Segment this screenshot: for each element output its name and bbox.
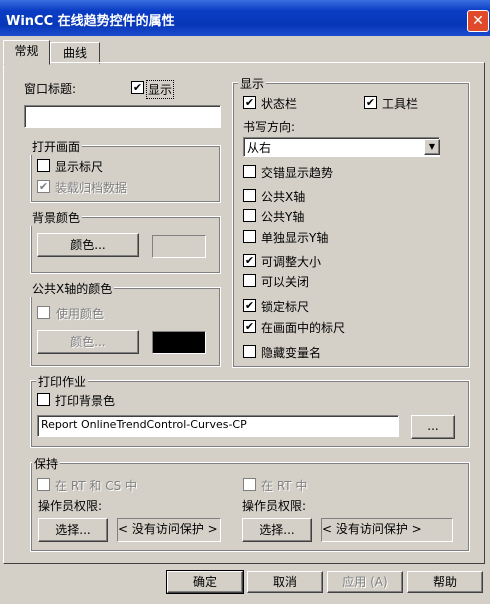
select-right-button[interactable]: 选择... xyxy=(242,518,312,542)
help-button[interactable]: 帮助 xyxy=(407,571,483,593)
common-x-label: 公共X轴 xyxy=(261,190,306,204)
common-x-checkbox[interactable] xyxy=(243,189,256,202)
staggered-checkbox[interactable] xyxy=(243,165,256,178)
operator-rights-right-label: 操作员权限: xyxy=(242,499,307,513)
rt-cs-label: 在 RT 和 CS 中 xyxy=(55,479,138,493)
chevron-down-icon[interactable]: ▼ xyxy=(424,139,440,155)
apply-button[interactable]: 应用 (A) xyxy=(327,571,403,593)
closable-checkbox[interactable] xyxy=(243,274,256,287)
common-y-label: 公共Y轴 xyxy=(261,210,305,224)
load-archive-checkbox[interactable]: ✔ xyxy=(37,180,50,193)
tab-general[interactable]: 常规 xyxy=(3,40,50,65)
common-y-checkbox[interactable] xyxy=(243,209,256,222)
separate-y-label: 单独显示Y轴 xyxy=(261,231,329,245)
statusbar-label: 状态栏 xyxy=(261,97,298,111)
select-left-button[interactable]: 选择... xyxy=(38,518,108,542)
resizable-label: 可调整大小 xyxy=(261,255,322,269)
no-access-right: < 没有访问保护 > xyxy=(321,518,453,542)
open-view-legend: 打开画面 xyxy=(30,138,83,155)
print-job-group xyxy=(30,380,470,448)
print-job-legend: 打印作业 xyxy=(36,373,89,390)
bg-color-button[interactable]: 颜色... xyxy=(37,233,139,257)
display-legend: 显示 xyxy=(238,75,267,92)
ok-button[interactable]: 确定 xyxy=(166,570,244,594)
hide-var-checkbox[interactable] xyxy=(243,345,256,358)
closable-label: 可以关闭 xyxy=(261,275,310,289)
show-scale-checkbox[interactable] xyxy=(37,159,50,172)
common-x-color-legend: 公共X轴的颜色 xyxy=(30,280,115,297)
print-job-input[interactable]: Report OnlineTrendControl-Curves-CP xyxy=(37,415,399,437)
show-title-checkbox[interactable]: ✔ xyxy=(131,81,144,94)
common-x-color-group xyxy=(30,287,221,367)
separate-y-checkbox[interactable] xyxy=(243,230,256,243)
use-color-checkbox[interactable] xyxy=(37,306,50,319)
load-archive-label: 装载归档数据 xyxy=(55,181,128,195)
cancel-button[interactable]: 取消 xyxy=(247,571,323,593)
common-x-color-swatch xyxy=(152,331,206,354)
no-access-left: < 没有访问保护 > xyxy=(117,518,221,542)
print-job-value: Report OnlineTrendControl-Curves-CP xyxy=(41,418,247,431)
write-direction-select[interactable]: 从右 ▼ xyxy=(243,137,440,157)
print-job-browse-button[interactable]: ... xyxy=(411,415,455,439)
show-scale-label: 显示标尺 xyxy=(55,160,104,174)
staggered-label: 交错显示趋势 xyxy=(261,166,334,180)
common-x-color-button[interactable]: 颜色... xyxy=(37,330,139,354)
write-direction-label: 书写方向: xyxy=(243,120,296,134)
window-title-input[interactable] xyxy=(24,105,221,128)
tab-curves[interactable]: 曲线 xyxy=(50,42,100,64)
operator-rights-left-label: 操作员权限: xyxy=(38,499,103,513)
scale-in-view-label: 在画面中的标尺 xyxy=(261,321,346,335)
write-direction-value: 从右 xyxy=(247,141,272,155)
lock-scale-checkbox[interactable]: ✔ xyxy=(243,299,256,312)
persist-legend: 保持 xyxy=(32,455,61,472)
rt-label: 在 RT 中 xyxy=(261,479,308,493)
rt-checkbox[interactable] xyxy=(243,478,256,491)
close-icon[interactable]: ✕ xyxy=(467,10,489,32)
hide-var-label: 隐藏变量名 xyxy=(261,346,322,360)
print-bg-label: 打印背景色 xyxy=(55,394,116,408)
toolbar-checkbox[interactable]: ✔ xyxy=(364,96,377,109)
statusbar-checkbox[interactable]: ✔ xyxy=(243,96,256,109)
toolbar-label: 工具栏 xyxy=(382,97,419,111)
window-title: WinCC 在线趋势控件的属性 xyxy=(6,14,175,29)
scale-in-view-checkbox[interactable]: ✔ xyxy=(243,320,256,333)
bg-color-swatch xyxy=(152,235,206,258)
bg-color-legend: 背景颜色 xyxy=(30,209,83,226)
print-bg-checkbox[interactable] xyxy=(37,393,50,406)
lock-scale-label: 锁定标尺 xyxy=(261,300,310,314)
resizable-checkbox[interactable]: ✔ xyxy=(243,254,256,267)
window-title-label: 窗口标题: xyxy=(24,82,77,96)
show-title-label: 显示 xyxy=(146,80,175,99)
rt-cs-checkbox[interactable] xyxy=(37,478,50,491)
use-color-label: 使用颜色 xyxy=(56,307,105,321)
